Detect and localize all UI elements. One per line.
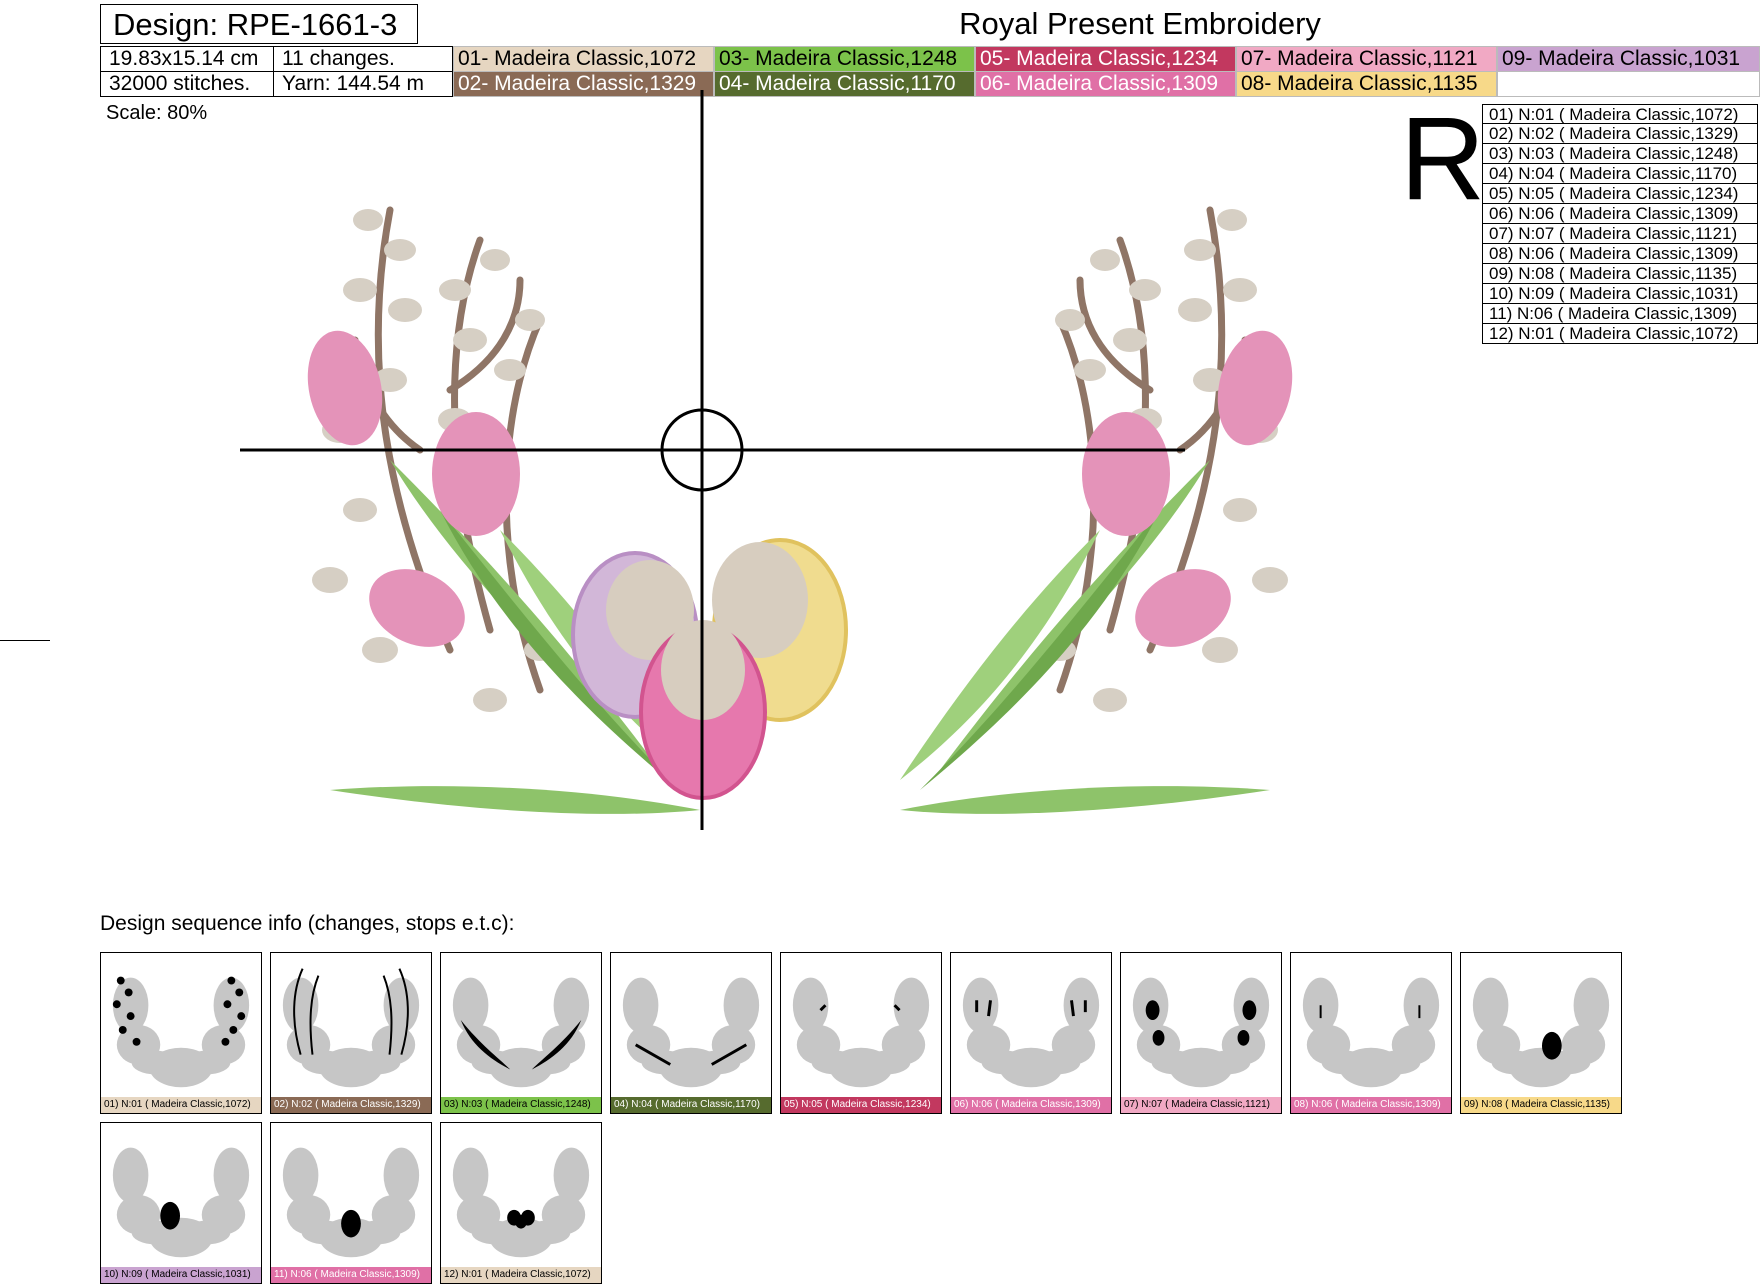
sequence-thumbnail[interactable]: 09) N:08 ( Madeira Classic,1135) <box>1460 952 1622 1114</box>
thumbnail-label: 04) N:04 ( Madeira Classic,1170) <box>611 1097 771 1113</box>
thumbnail-label: 10) N:09 ( Madeira Classic,1031) <box>101 1267 261 1283</box>
stop-row: 05) N:05 ( Madeira Classic,1234) <box>1482 184 1758 204</box>
thumbnail-label: 08) N:06 ( Madeira Classic,1309) <box>1291 1097 1451 1113</box>
thumbnail-preview <box>1302 977 1440 1088</box>
changes-value: 11 changes. <box>273 46 453 72</box>
thread-color-cell: 03- Madeira Classic,1248 <box>714 46 975 72</box>
thumbnail-label: 12) N:01 ( Madeira Classic,1072) <box>441 1267 601 1283</box>
thumbnail-preview <box>112 1147 250 1258</box>
easter-eggs <box>571 538 848 800</box>
thumbnail-preview <box>112 976 250 1088</box>
design-title: Design: RPE-1661-3 <box>100 4 418 44</box>
sequence-thumbnail[interactable]: 08) N:06 ( Madeira Classic,1309) <box>1290 952 1452 1114</box>
scale-label: Scale: 80% <box>106 102 208 124</box>
thread-color-cell: 07- Madeira Classic,1121 <box>1236 46 1497 72</box>
stop-row: 10) N:09 ( Madeira Classic,1031) <box>1482 284 1758 304</box>
sequence-thumbnail[interactable]: 12) N:01 ( Madeira Classic,1072) <box>440 1122 602 1284</box>
stop-row: 04) N:04 ( Madeira Classic,1170) <box>1482 164 1758 184</box>
stop-row: 06) N:06 ( Madeira Classic,1309) <box>1482 204 1758 224</box>
thread-color-cell: 05- Madeira Classic,1234 <box>975 46 1236 72</box>
margin-tick <box>0 640 50 641</box>
sequence-thumbnail[interactable]: 04) N:04 ( Madeira Classic,1170) <box>610 952 772 1114</box>
sequence-thumbnail[interactable]: 11) N:06 ( Madeira Classic,1309) <box>270 1122 432 1284</box>
thumbnail-preview <box>1132 977 1270 1088</box>
stop-row: 03) N:03 ( Madeira Classic,1248) <box>1482 144 1758 164</box>
thumbnail-label: 11) N:06 ( Madeira Classic,1309) <box>271 1267 431 1283</box>
size-value: 19.83x15.14 cm <box>100 46 274 72</box>
brand-title: Royal Present Embroidery <box>959 6 1321 41</box>
sequence-thumbnail[interactable]: 07) N:07 ( Madeira Classic,1121) <box>1120 952 1282 1114</box>
rotation-letter: R <box>1400 93 1486 225</box>
sequence-thumbnail[interactable]: 01) N:01 ( Madeira Classic,1072) <box>100 952 262 1114</box>
embroidery-preview <box>240 90 1293 830</box>
stop-row: 02) N:02 ( Madeira Classic,1329) <box>1482 124 1758 144</box>
thumbnail-label: 06) N:06 ( Madeira Classic,1309) <box>951 1097 1111 1113</box>
thumbnail-preview <box>282 968 420 1088</box>
stop-row: 08) N:06 ( Madeira Classic,1309) <box>1482 244 1758 264</box>
thumbnail-label: 01) N:01 ( Madeira Classic,1072) <box>101 1097 261 1113</box>
thread-color-cell-empty <box>1497 71 1760 97</box>
thumbnail-label: 09) N:08 ( Madeira Classic,1135) <box>1461 1097 1621 1113</box>
thumbnail-preview <box>282 1147 420 1258</box>
sequence-thumbnail[interactable]: 03) N:03 ( Madeira Classic,1248) <box>440 952 602 1114</box>
thumbnail-label: 03) N:03 ( Madeira Classic,1248) <box>441 1097 601 1113</box>
stop-row: 11) N:06 ( Madeira Classic,1309) <box>1482 304 1758 324</box>
thumbnail-preview <box>1472 977 1610 1088</box>
sequence-thumbnail[interactable]: 05) N:05 ( Madeira Classic,1234) <box>780 952 942 1114</box>
stop-row: 07) N:07 ( Madeira Classic,1121) <box>1482 224 1758 244</box>
thumbnail-label: 05) N:05 ( Madeira Classic,1234) <box>781 1097 941 1113</box>
sequence-thumbnail[interactable]: 02) N:02 ( Madeira Classic,1329) <box>270 952 432 1114</box>
thumbnail-preview <box>452 1147 590 1258</box>
thumbnail-preview <box>622 977 760 1088</box>
thread-color-cell: 01- Madeira Classic,1072 <box>453 46 714 72</box>
stop-row: 01) N:01 ( Madeira Classic,1072) <box>1482 104 1758 124</box>
sequence-label: Design sequence info (changes, stops e.t… <box>100 912 515 935</box>
stop-row: 09) N:08 ( Madeira Classic,1135) <box>1482 264 1758 284</box>
thumbnail-preview <box>452 977 590 1088</box>
sequence-thumbnail[interactable]: 10) N:09 ( Madeira Classic,1031) <box>100 1122 262 1284</box>
thread-color-cell: 09- Madeira Classic,1031 <box>1497 46 1760 72</box>
sequence-thumbnail[interactable]: 06) N:06 ( Madeira Classic,1309) <box>950 952 1112 1114</box>
thumbnail-preview <box>962 977 1100 1088</box>
stop-row: 12) N:01 ( Madeira Classic,1072) <box>1482 324 1758 344</box>
thumbnail-label: 02) N:02 ( Madeira Classic,1329) <box>271 1097 431 1113</box>
thumbnail-preview <box>792 977 930 1088</box>
stop-list: 01) N:01 ( Madeira Classic,1072) 02) N:02… <box>1482 104 1758 344</box>
thumbnail-label: 07) N:07 ( Madeira Classic,1121) <box>1121 1097 1281 1113</box>
